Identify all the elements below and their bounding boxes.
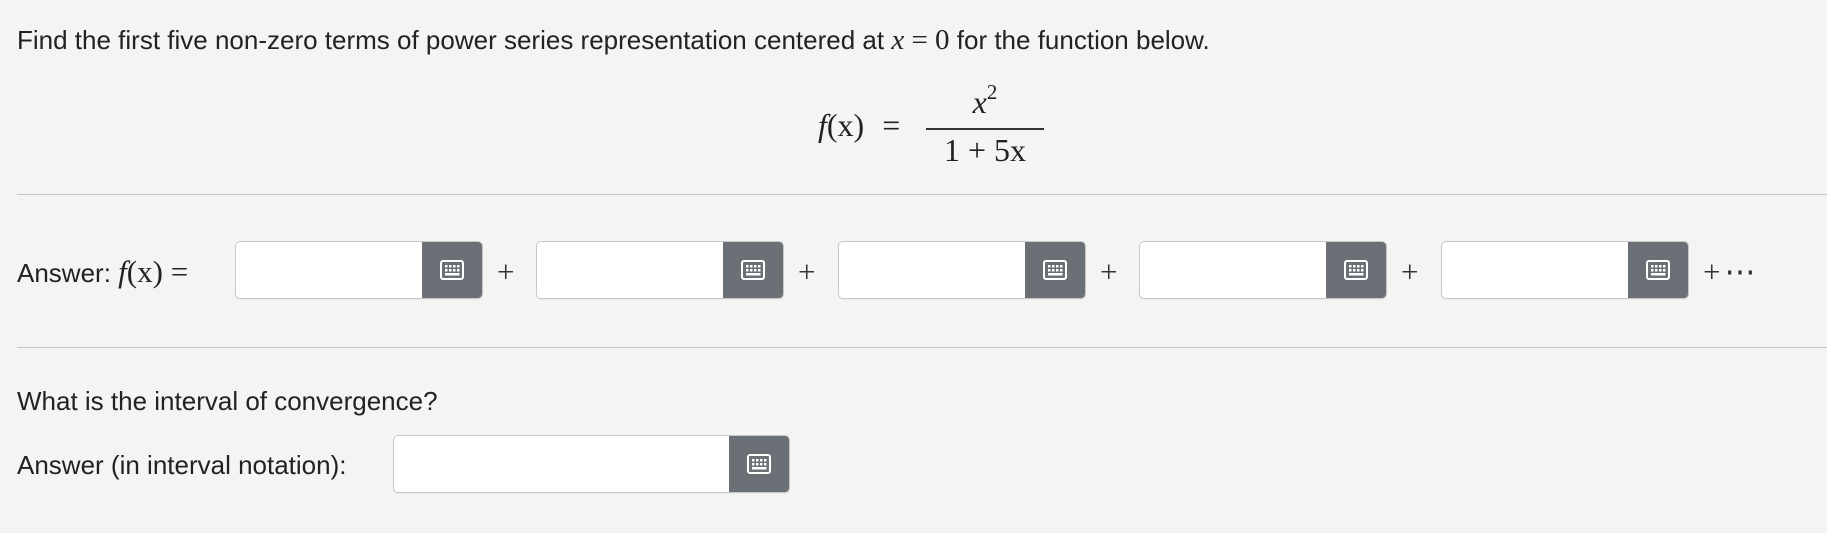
term-3-input[interactable] bbox=[839, 242, 1025, 298]
answer-label-text: Answer: bbox=[17, 258, 119, 288]
answer-label-eq: = bbox=[162, 254, 189, 289]
keyboard-grid-icon bbox=[1344, 260, 1368, 280]
formula-lhs: f(x) = bbox=[818, 105, 900, 145]
term-5-field bbox=[1441, 241, 1689, 299]
convergence-question: What is the interval of convergence? bbox=[17, 386, 438, 416]
term-4-input[interactable] bbox=[1140, 242, 1326, 298]
plus-sign-2: + bbox=[798, 254, 816, 289]
term-1-keyboard-button[interactable] bbox=[422, 242, 482, 298]
question-text-after: for the function below. bbox=[949, 25, 1210, 55]
term-2-field bbox=[536, 241, 784, 299]
term-1-field bbox=[235, 241, 483, 299]
convergence-answer-label: Answer (in interval notation): bbox=[17, 450, 347, 480]
formula-arg: (x) bbox=[826, 107, 865, 143]
question-math-var: x bbox=[891, 24, 905, 56]
term-4-field bbox=[1139, 241, 1387, 299]
keyboard-grid-icon bbox=[1646, 260, 1670, 280]
convergence-input[interactable] bbox=[394, 436, 729, 492]
term-5-input[interactable] bbox=[1442, 242, 1628, 298]
answer-label-arg: (x) bbox=[126, 254, 163, 289]
numerator-base: x bbox=[972, 84, 987, 120]
term-5-keyboard-button[interactable] bbox=[1628, 242, 1688, 298]
function-formula: f(x) = x2 1 + 5x bbox=[818, 78, 1118, 168]
divider-top bbox=[17, 194, 1827, 195]
question-text: Find the first five non-zero terms of po… bbox=[17, 22, 1210, 58]
keyboard-grid-icon bbox=[747, 454, 771, 474]
question-text-before: Find the first five non-zero terms of po… bbox=[17, 25, 892, 55]
term-1-input[interactable] bbox=[236, 242, 422, 298]
term-4-keyboard-button[interactable] bbox=[1326, 242, 1386, 298]
numerator-exponent: 2 bbox=[986, 80, 998, 105]
formula-f: f bbox=[818, 107, 827, 143]
convergence-field bbox=[393, 435, 790, 493]
term-3-field bbox=[838, 241, 1086, 299]
keyboard-grid-icon bbox=[741, 260, 765, 280]
term-3-keyboard-button[interactable] bbox=[1025, 242, 1085, 298]
divider-bottom bbox=[17, 347, 1827, 348]
plus-sign-4: + bbox=[1401, 254, 1419, 289]
formula-equals: = bbox=[882, 107, 901, 143]
answer-label-f: f bbox=[118, 254, 127, 289]
term-2-keyboard-button[interactable] bbox=[723, 242, 783, 298]
term-2-input[interactable] bbox=[537, 242, 723, 298]
keyboard-grid-icon bbox=[1043, 260, 1067, 280]
convergence-keyboard-button[interactable] bbox=[729, 436, 789, 492]
trailing-ellipsis: +⋯ bbox=[1703, 254, 1760, 289]
plus-sign-3: + bbox=[1100, 254, 1118, 289]
question-math-eq: = 0 bbox=[904, 24, 950, 56]
keyboard-grid-icon bbox=[440, 260, 464, 280]
formula-denominator: 1 + 5x bbox=[943, 132, 1027, 168]
formula-numerator: x2 bbox=[926, 82, 1044, 122]
plus-sign-1: + bbox=[497, 254, 515, 289]
answer-label: Answer: f(x) = bbox=[17, 252, 188, 293]
